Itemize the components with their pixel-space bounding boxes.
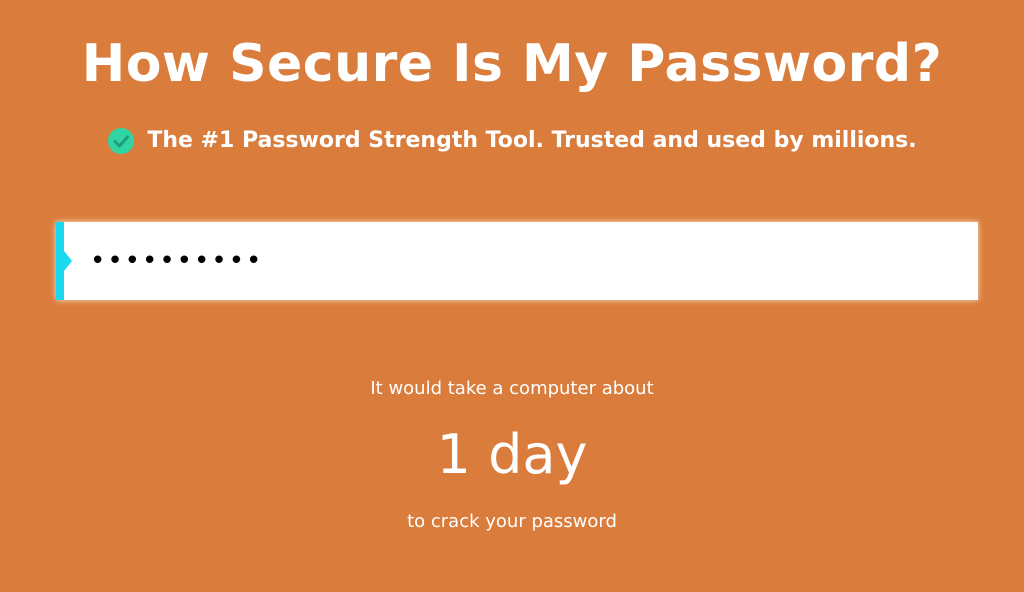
password-field-container[interactable]	[56, 222, 978, 300]
check-circle-icon	[107, 127, 135, 155]
password-input[interactable]	[90, 236, 950, 286]
field-accent-bar	[56, 222, 64, 300]
field-accent-notch	[64, 251, 72, 271]
result-outro-text: to crack your password	[407, 511, 617, 532]
tagline-text: The #1 Password Strength Tool. Trusted a…	[147, 128, 917, 153]
tagline: The #1 Password Strength Tool. Trusted a…	[0, 124, 1024, 158]
crack-time-value: 1 day	[436, 423, 588, 486]
page-title: How Secure Is My Password?	[81, 34, 943, 94]
result-intro-text: It would take a computer about	[370, 378, 654, 399]
